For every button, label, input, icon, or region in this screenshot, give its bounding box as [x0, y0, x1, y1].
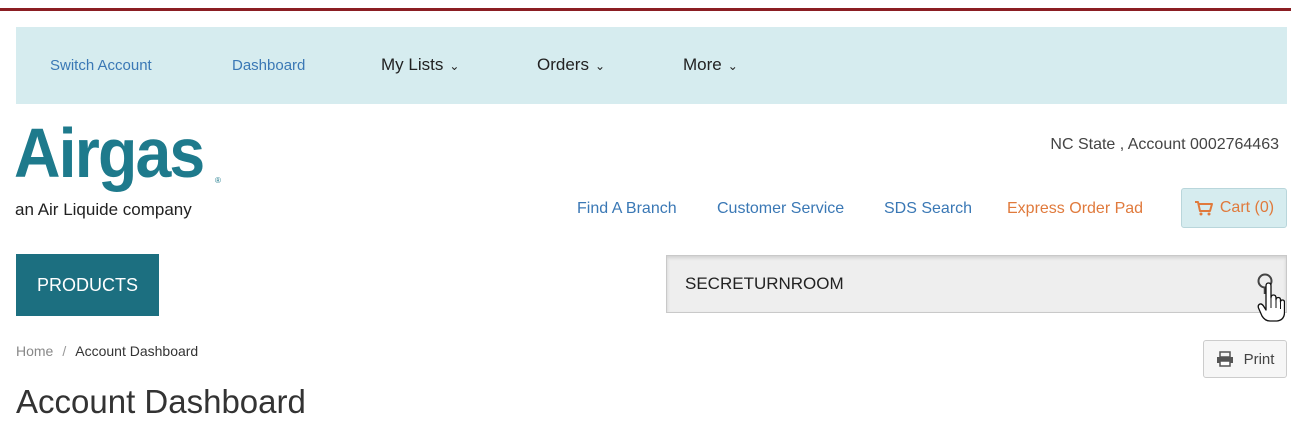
sds-search-link[interactable]: SDS Search [884, 200, 972, 218]
orders-label: Orders [537, 55, 589, 74]
print-label: Print [1243, 350, 1275, 368]
page-title: Account Dashboard [16, 383, 306, 420]
chevron-down-icon: ⌄ [449, 59, 460, 73]
hand-cursor-icon [1257, 282, 1285, 322]
breadcrumb-current: Account Dashboard [75, 343, 199, 359]
my-lists-menu[interactable]: My Lists ⌄ [381, 55, 459, 75]
breadcrumb: Home / Account Dashboard [16, 343, 198, 359]
customer-service-link[interactable]: Customer Service [717, 200, 844, 218]
logo-wordmark: Airgas [14, 114, 205, 192]
find-branch-link[interactable]: Find A Branch [577, 200, 677, 218]
cart-label: Cart (0) [1219, 199, 1275, 216]
chevron-down-icon: ⌄ [727, 59, 738, 73]
chevron-down-icon: ⌄ [594, 59, 606, 73]
logo-registered-mark: ® [215, 176, 221, 185]
search-box [666, 255, 1287, 313]
top-accent-rule [0, 8, 1291, 11]
orders-menu[interactable]: Orders ⌄ [537, 55, 605, 75]
breadcrumb-home-link[interactable]: Home [16, 343, 53, 359]
switch-account-link[interactable]: Switch Account [50, 57, 152, 74]
products-button[interactable]: PRODUCTS [16, 254, 159, 316]
cart-icon [1194, 201, 1213, 216]
dashboard-link[interactable]: Dashboard [232, 57, 305, 74]
search-input[interactable] [685, 274, 1205, 294]
my-lists-label: My Lists [381, 55, 444, 74]
express-order-pad-link[interactable]: Express Order Pad [1007, 200, 1143, 218]
logo-tagline: an Air Liquide company [15, 200, 192, 219]
printer-icon [1216, 351, 1233, 367]
more-label: More [683, 55, 722, 74]
more-menu[interactable]: More ⌄ [683, 55, 738, 75]
cart-button[interactable]: Cart (0) [1181, 188, 1287, 228]
print-button[interactable]: Print [1203, 340, 1287, 378]
airgas-logo[interactable]: Airgas ® an Air Liquide company [14, 114, 221, 219]
breadcrumb-separator: / [62, 343, 67, 359]
utility-nav-bar: Switch Account Dashboard My Lists ⌄ Order… [16, 27, 1287, 104]
account-info: NC State , Account 0002764463 [1050, 136, 1279, 153]
